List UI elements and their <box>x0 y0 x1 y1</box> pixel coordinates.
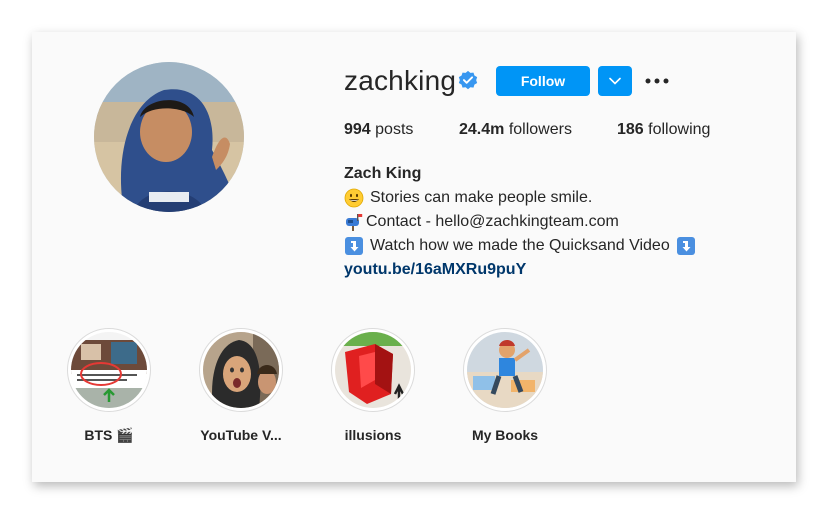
highlight-ring <box>199 328 283 412</box>
arrow-down-emoji-icon <box>676 237 695 255</box>
bio-text-3: Watch how we made the Quicksand Video <box>370 237 670 254</box>
posts-stat: 994 posts <box>344 121 413 139</box>
highlight-cover <box>335 332 411 408</box>
story-highlight[interactable]: BTS 🎬 <box>59 328 159 444</box>
bio-text-2: Contact - hello@zachkingteam.com <box>366 213 619 230</box>
follow-button[interactable]: Follow <box>496 66 590 96</box>
posts-count: 994 <box>344 121 371 138</box>
bio-link-line: youtu.be/16aMXRu9puY <box>344 258 696 282</box>
highlight-label: YouTube V... <box>200 427 282 443</box>
followers-label: followers <box>508 121 572 138</box>
profile-bio: Zach King Stories can make people smile.… <box>344 162 696 282</box>
highlight-cover <box>71 332 147 408</box>
following-stat[interactable]: 186 following <box>617 121 710 139</box>
story-highlight[interactable]: My Books <box>455 328 555 443</box>
highlight-label: My Books <box>471 427 539 443</box>
verified-badge-icon <box>458 70 478 90</box>
profile-card: zachking Follow 994 posts 24.4m follower… <box>32 32 796 482</box>
smile-emoji-icon <box>344 188 364 208</box>
following-count: 186 <box>617 121 644 138</box>
highlight-thumbnail <box>71 332 147 408</box>
highlight-ring <box>331 328 415 412</box>
bio-line-1: Stories can make people smile. <box>344 186 696 210</box>
more-options-icon <box>645 78 669 84</box>
highlight-label: BTS 🎬 <box>84 427 134 443</box>
highlight-thumbnail <box>203 332 279 408</box>
highlight-label: illusions <box>344 427 402 443</box>
bio-line-3: Watch how we made the Quicksand Video <box>344 234 696 258</box>
followers-count: 24.4m <box>459 121 505 138</box>
arrow-down-emoji-icon <box>345 237 363 255</box>
more-options-button[interactable] <box>644 68 670 94</box>
chevron-down-icon <box>609 77 621 85</box>
avatar-image <box>94 62 244 212</box>
posts-label: posts <box>375 121 414 138</box>
bio-link[interactable]: youtu.be/16aMXRu9puY <box>344 258 526 282</box>
highlight-thumbnail <box>335 332 411 408</box>
story-highlight[interactable]: YouTube V... <box>191 328 291 443</box>
highlight-thumbnail <box>467 332 543 408</box>
suggested-accounts-dropdown-button[interactable] <box>598 66 632 96</box>
profile-avatar[interactable] <box>94 62 244 212</box>
display-name: Zach King <box>344 165 422 182</box>
bio-line-2: Contact - hello@zachkingteam.com <box>344 210 696 234</box>
highlight-cover <box>467 332 543 408</box>
followers-stat[interactable]: 24.4m followers <box>459 121 572 139</box>
bio-text-1: Stories can make people smile. <box>370 189 593 206</box>
username: zachking <box>344 65 457 96</box>
highlight-cover <box>203 332 279 408</box>
mailbox-emoji-icon <box>346 214 363 231</box>
following-label: following <box>648 121 711 138</box>
story-highlight[interactable]: illusions <box>323 328 423 443</box>
highlight-ring <box>463 328 547 412</box>
highlight-ring <box>67 328 151 412</box>
